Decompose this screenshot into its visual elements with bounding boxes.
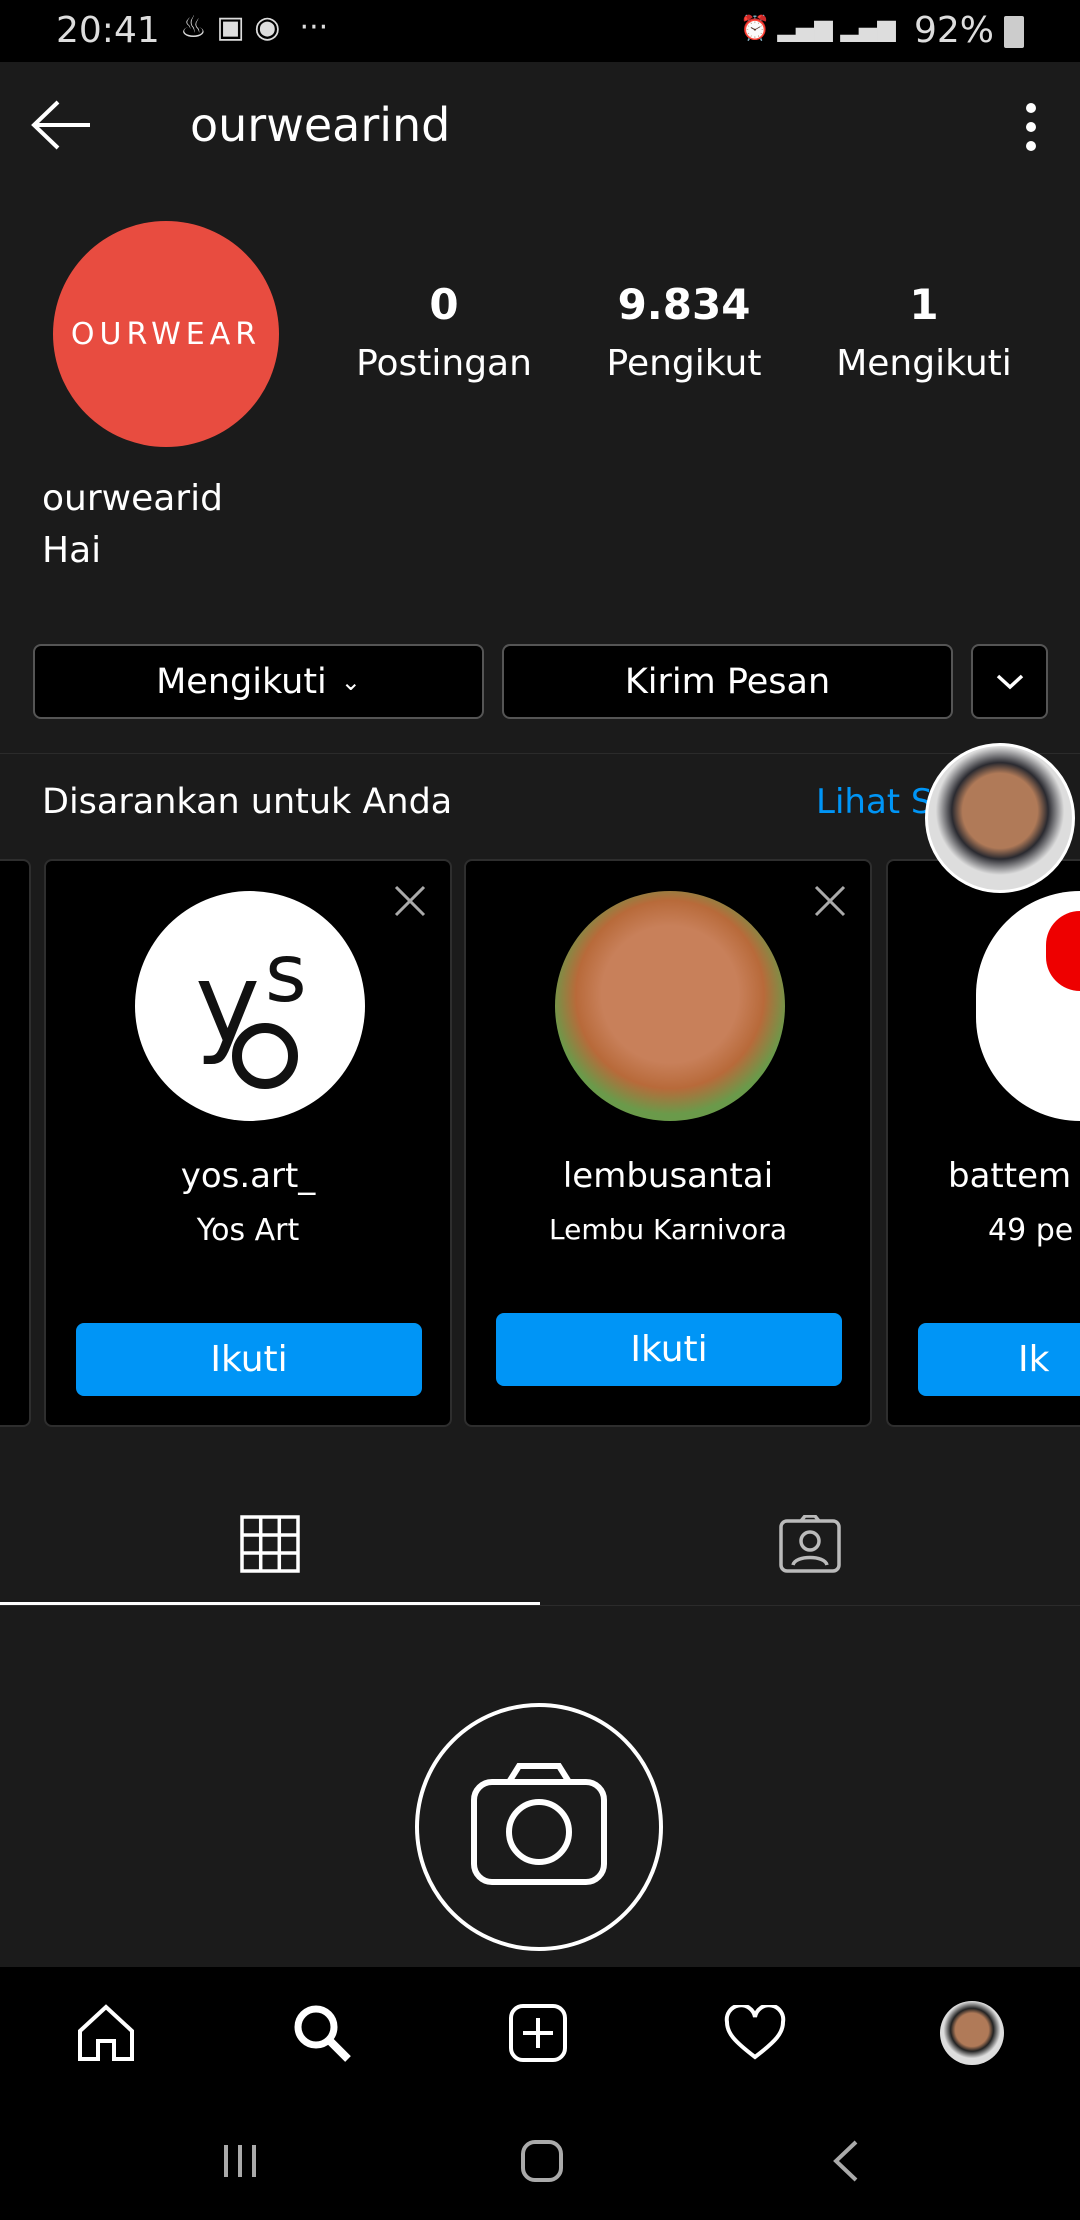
chevron-down-icon: ⌄ [340,667,361,696]
stat-label: Pengikut [606,343,762,384]
search-icon[interactable] [292,2003,352,2063]
stat-followers[interactable]: 9.834 Pengikut [564,280,804,384]
tagged-photos-icon[interactable] [779,1515,841,1573]
divider [0,753,1080,754]
suggestion-card[interactable]: battem 49 pe Ik [886,859,1080,1427]
battery-level: 92% [914,10,995,51]
suggestion-subtitle: Lembu Karnivora [549,1213,787,1246]
camera-icon [415,1703,663,1951]
notification-icons: ♨ ▣ ◉ ··· [180,10,329,45]
back-button-icon[interactable] [830,2139,860,2183]
suggestion-card[interactable]: ys yos.art_ Yos Art Ikuti [44,859,452,1427]
clock: 20:41 [56,10,160,51]
close-icon[interactable] [392,883,428,919]
suggested-title: Disarankan untuk Anda [42,782,453,822]
close-icon[interactable] [812,883,848,919]
more-options-icon[interactable] [1020,102,1042,152]
home-icon[interactable] [76,2003,136,2063]
suggestion-username: lembusantai [562,1156,774,1196]
page-title: ourwearind [190,98,451,152]
stat-label: Mengikuti [836,343,1012,384]
suggestion-username: battem [948,1156,1072,1196]
stat-value: 0 [429,280,459,329]
stat-posts[interactable]: 0 Postingan [324,280,564,384]
recent-apps-icon[interactable] [220,2141,260,2181]
battery-icon [1004,16,1024,48]
suggestion-card-partial [0,859,31,1427]
heart-icon[interactable] [724,2005,786,2061]
avatar-logo-text: OURWEAR [70,316,262,352]
following-label: Mengikuti [156,661,327,702]
divider [0,1605,1080,1606]
status-bar: 20:41 ♨ ▣ ◉ ··· ⏰ ▂▄▆ ▂▄▆ 92% [0,0,1080,62]
svg-text:y: y [195,939,260,1067]
svg-text:s: s [265,927,307,1020]
suggestion-avatar [555,891,785,1121]
suggestion-avatar: ys [135,891,365,1121]
profile-bio: Hai [42,530,102,571]
suggestions-toggle-button[interactable] [971,644,1048,719]
suggestion-username: yos.art_ [180,1156,316,1196]
profile-name: ourwearid [42,478,223,519]
follow-button[interactable]: Ikuti [76,1323,422,1396]
suggestion-subtitle: Yos Art [196,1213,300,1248]
suggestion-subtitle: 49 pe [988,1213,1074,1248]
following-button[interactable]: Mengikuti ⌄ [33,644,484,719]
new-post-icon[interactable] [508,2003,568,2063]
suggestion-avatar [976,891,1080,1121]
stat-label: Postingan [356,343,532,384]
message-button[interactable]: Kirim Pesan [502,644,953,719]
grid-icon[interactable] [240,1515,300,1573]
profile-avatar[interactable]: OURWEAR [53,221,279,447]
message-label: Kirim Pesan [624,661,831,702]
bottom-nav [0,1967,1080,2220]
floating-chat-head-avatar[interactable] [925,743,1075,893]
stat-value: 1 [909,280,939,329]
suggestion-card[interactable]: lembusantai Lembu Karnivora Ikuti [464,859,872,1427]
follow-button[interactable]: Ik [918,1323,1080,1396]
profile-tab-avatar[interactable] [940,2001,1004,2065]
top-bar: ourwearind [0,62,1080,190]
stat-value: 9.834 [617,280,751,329]
stat-following[interactable]: 1 Mengikuti [804,280,1044,384]
back-arrow-icon[interactable] [30,100,94,150]
system-icons: ⏰ ▂▄▆ ▂▄▆ [740,14,896,42]
follow-button[interactable]: Ikuti [496,1313,842,1386]
home-button-icon[interactable] [520,2139,564,2183]
chevron-down-icon [996,674,1023,689]
